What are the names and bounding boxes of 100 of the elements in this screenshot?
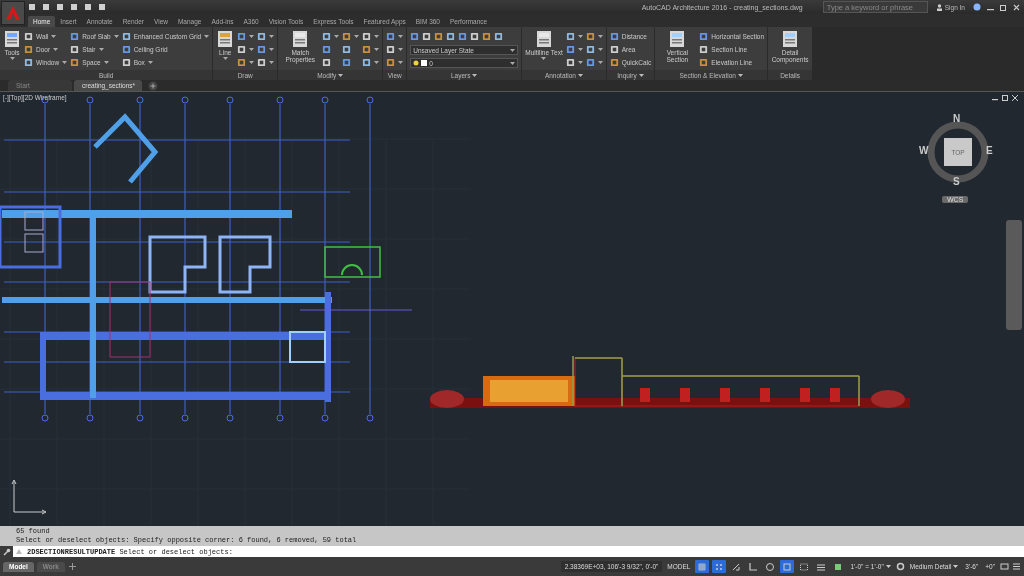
tool-icon [609,44,619,54]
caret-icon [374,47,380,51]
tool-icon [386,57,396,67]
restore-icon[interactable] [1002,95,1008,101]
tool-icon [121,57,131,67]
caret-icon [334,34,340,38]
add-layout-icon[interactable] [67,562,77,571]
tool-icon [534,30,553,48]
caret-icon [885,565,891,568]
restore-icon[interactable] [1000,3,1007,11]
caret-icon [269,60,275,64]
ribbon-button[interactable] [565,56,583,68]
ribbon-button[interactable] [362,30,380,42]
ucs-icon [11,479,47,515]
ribbon-button[interactable] [565,30,583,42]
tool-icon [585,57,595,67]
tool-icon [446,31,456,41]
ribbon-button[interactable] [257,30,275,42]
help-icon[interactable] [973,3,981,11]
gear-icon[interactable] [895,562,905,571]
ribbon-button[interactable] [237,56,255,68]
tool-icon [565,57,575,67]
compass-label[interactable]: N [953,113,961,124]
tool-icon [410,31,420,41]
tool-icon [362,44,372,54]
grid-toggle[interactable] [695,560,710,573]
caret-icon [472,73,478,77]
snap-toggle[interactable] [712,560,727,573]
fullscreen-icon[interactable] [1000,562,1009,571]
caret-icon [62,60,68,64]
ribbon-button[interactable] [237,30,255,42]
ribbon-button[interactable] [585,56,603,68]
caret-icon [222,57,228,61]
compass-label[interactable]: E [986,145,993,156]
ribbon-button[interactable] [362,43,380,55]
new-tab-icon[interactable] [148,81,158,91]
tool-icon [482,31,492,41]
caret-icon [53,47,59,51]
compass-label[interactable]: S [953,176,960,187]
caret-icon [249,34,255,38]
tool-icon [362,57,372,67]
ribbon-button[interactable] [322,30,340,42]
osnap-icon [782,561,793,572]
tool-icon [322,31,332,41]
tool-icon [257,57,267,67]
transparency-icon [833,561,844,572]
ribbon-button[interactable] [585,30,603,42]
ortho-icon [748,561,759,572]
compass-label[interactable]: W [919,145,929,156]
ribbon-button[interactable] [585,43,603,55]
ribbon-button[interactable] [257,43,275,55]
caret-icon [398,60,404,64]
ribbon-button[interactable] [386,56,404,68]
ribbon-button[interactable] [237,43,255,55]
caret-icon [249,47,255,51]
tool-icon [322,57,332,67]
menu-icon[interactable] [1012,562,1021,571]
tool-icon [494,31,504,41]
ribbon-button[interactable] [362,56,380,68]
infer-icon [731,561,742,572]
close-icon[interactable] [1012,95,1018,101]
tool-icon [585,44,595,54]
ribbon-button[interactable] [257,56,275,68]
tool-icon [291,30,310,48]
user-icon [935,3,943,11]
tool-icon [24,31,33,41]
tool-icon [781,30,800,48]
tool-icon [458,31,468,41]
caret-icon [398,47,404,51]
caret-icon [638,73,644,77]
tool-icon [585,31,595,41]
caret-icon [354,34,360,38]
caret-icon [577,60,583,64]
tool-icon [322,44,332,54]
caret-icon [204,34,210,38]
tool-icon [565,31,575,41]
tool-icon [699,31,709,41]
tool-icon [434,31,444,41]
tool-icon [237,57,247,67]
tool-icon [70,31,80,41]
tool-icon [386,31,396,41]
osnap-toggle[interactable] [780,560,795,573]
ribbon-button[interactable] [386,43,404,55]
tool-icon [257,44,267,54]
ribbon-button[interactable] [342,30,360,42]
close-icon[interactable] [1013,3,1020,11]
tool-icon [3,30,21,48]
caret-icon [9,57,15,61]
caret-icon [541,57,547,61]
lineweight-icon [816,561,827,572]
tool-icon [342,31,352,41]
caret-icon [103,60,109,64]
caret-icon [398,34,404,38]
ribbon-button[interactable] [386,30,404,42]
wrench-icon[interactable] [3,547,11,556]
ribbon-button[interactable] [565,43,583,55]
tool-icon [121,44,131,54]
tool-icon [699,44,709,54]
caret-icon [578,73,583,77]
tool-icon [342,57,352,67]
